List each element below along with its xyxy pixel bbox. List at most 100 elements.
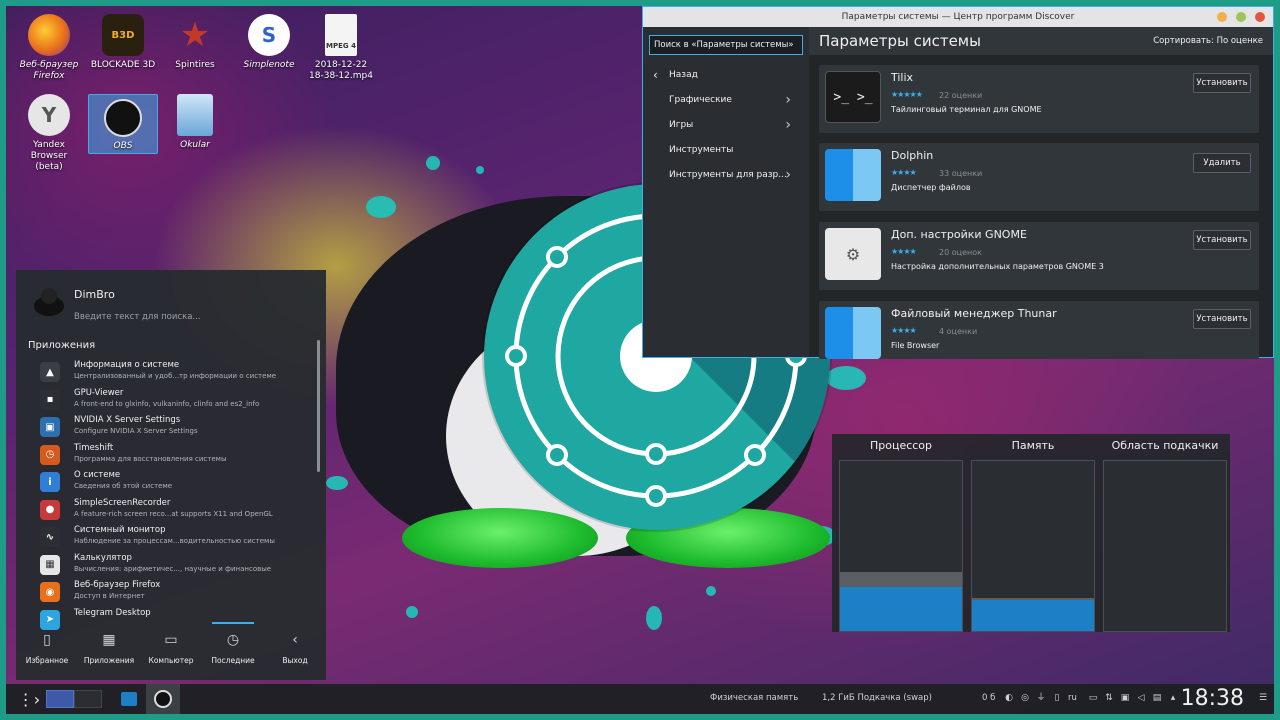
memory-usage-bar xyxy=(972,600,1094,631)
close-icon[interactable] xyxy=(1255,12,1265,22)
maximize-icon[interactable] xyxy=(1236,12,1246,22)
blockade-desktop-icon[interactable]: B3D BLOCKADE 3D xyxy=(88,14,158,71)
discover-window: Параметры системы — Центр программ Disco… xyxy=(642,6,1274,359)
tab-exit[interactable]: ‹ Выход xyxy=(264,622,326,680)
mouse-icon[interactable]: ▯ xyxy=(1052,693,1062,703)
memory-indicator: Физическая память xyxy=(710,693,799,703)
icon-label: Simplenote xyxy=(243,60,295,70)
list-item[interactable]: ◉ Веб-браузер Firefox Доступ в Интернет xyxy=(16,578,318,606)
list-item[interactable]: ∿ Системный монитор Наблюдение за процесса… xyxy=(16,523,318,551)
app-card-thunar[interactable]: Файловый менеджер Thunar ★★★★ 4 оценки F… xyxy=(819,301,1259,359)
terminal-icon: >_ >_ xyxy=(825,71,881,123)
list-item[interactable]: ▣ NVIDIA X Server Settings Configure NVIDI… xyxy=(16,413,318,441)
list-item[interactable]: i О системе Сведения об этой системе xyxy=(16,468,318,496)
sidebar-item-tools[interactable]: Инструменты xyxy=(643,138,809,163)
steam-icon[interactable]: ◐ xyxy=(1004,693,1014,703)
list-item[interactable]: ● SimpleScreenRecorder A feature-rich scre… xyxy=(16,496,318,524)
swap-graph xyxy=(1103,460,1227,632)
install-button[interactable]: Установить xyxy=(1193,230,1251,250)
okular-desktop-icon[interactable]: Okular xyxy=(160,94,230,151)
chevron-left-icon: ‹ xyxy=(653,68,658,82)
app-entry-name: О системе xyxy=(74,470,121,480)
pager[interactable] xyxy=(46,684,102,714)
simplenote-icon: S xyxy=(248,14,290,56)
sort-dropdown[interactable]: Сортировать: По оценке xyxy=(1153,36,1263,46)
network-indicator: 0 б xyxy=(982,693,996,703)
volume-icon[interactable]: ◁ xyxy=(1136,693,1146,703)
icon-label: 18-38-12.mp4 xyxy=(309,71,373,81)
cpu-usage-bar xyxy=(840,586,962,631)
app-entry-name: Веб-браузер Firefox xyxy=(74,580,161,590)
desktop-1[interactable] xyxy=(46,690,74,708)
tab-label: Последние xyxy=(211,656,255,665)
back-button[interactable]: ‹ Назад xyxy=(643,63,809,88)
list-item[interactable]: ▲ Информация о системе Централизованный и … xyxy=(16,358,318,386)
install-button[interactable]: Установить xyxy=(1193,309,1251,329)
usb-icon[interactable]: ⏚ xyxy=(1036,693,1046,703)
task-obs[interactable] xyxy=(146,684,180,714)
icon-label: BLOCKADE 3D xyxy=(90,60,156,70)
app-entry-name: Timeshift xyxy=(74,442,114,453)
simplenote-desktop-icon[interactable]: S Simplenote xyxy=(234,14,304,71)
username: DimBro xyxy=(74,288,115,301)
finder-face-icon xyxy=(825,149,881,201)
launcher-search-input[interactable]: Введите текст для поиска... xyxy=(74,312,201,322)
nav-label: Графические xyxy=(669,95,732,105)
sidebar-item-graphics[interactable]: Графические › xyxy=(643,88,809,113)
obs-tray-icon[interactable]: ◎ xyxy=(1020,693,1030,703)
sidebar-item-games[interactable]: Игры › xyxy=(643,113,809,138)
chevron-up-icon[interactable]: ▴ xyxy=(1168,693,1178,703)
app-icon: ▦ xyxy=(40,554,60,575)
spintires-desktop-icon[interactable]: ★ Spintires xyxy=(160,14,230,71)
firefox-desktop-icon[interactable]: Веб-браузер Firefox xyxy=(14,14,84,82)
network-icon[interactable]: ⇅ xyxy=(1104,693,1114,703)
app-menu-icon[interactable]: ⋮› xyxy=(14,684,44,714)
nav-label: Инструменты xyxy=(669,145,734,155)
icon-label: (beta) xyxy=(35,162,63,172)
window-titlebar[interactable]: Параметры системы — Центр программ Disco… xyxy=(643,7,1273,27)
splatter xyxy=(826,366,866,390)
app-entry-name: NVIDIA X Server Settings xyxy=(74,415,181,425)
remove-button[interactable]: Удалить xyxy=(1193,153,1251,173)
tab-monitor[interactable]: ▭ Компьютер xyxy=(140,622,202,680)
app-card-gnome-tweaks[interactable]: ⚙ Доп. настройки GNOME ★★★★ 20 оценок На… xyxy=(819,222,1259,290)
app-icon: ◉ xyxy=(40,582,60,602)
app-card-dolphin[interactable]: Dolphin ★★★★ 33 оценки Диспетчер файлов … xyxy=(819,143,1259,211)
video-file-desktop-icon[interactable]: MPEG 4 2018-12-22 18-38-12.mp4 xyxy=(306,14,376,82)
window-title: Параметры системы — Центр программ Disco… xyxy=(841,12,1075,22)
swap-label: Область подкачки xyxy=(1111,439,1219,452)
sidebar-item-dev-tools[interactable]: Инструменты для разр... › xyxy=(643,163,809,188)
minimize-icon[interactable] xyxy=(1217,12,1227,22)
desktop-2[interactable] xyxy=(74,690,102,708)
obs-desktop-icon[interactable]: OBS xyxy=(88,94,158,154)
icon-label: Spintires xyxy=(175,60,215,70)
display-icon[interactable]: ▭ xyxy=(1088,693,1098,703)
app-entry-name: Информация о системе xyxy=(74,360,180,370)
list-item[interactable]: ▦ Калькулятор Вычисления: арифметичес..., … xyxy=(16,551,318,579)
discover-sidebar: Поиск в «Параметры системы» ‹ Назад Граф… xyxy=(643,27,809,357)
rating-count: 22 оценки xyxy=(939,91,983,100)
search-input[interactable]: Поиск в «Параметры системы» xyxy=(649,35,803,55)
app-card-tilix[interactable]: >_ >_ Tilix ★★★★★ 22 оценки Тайлинговый … xyxy=(819,65,1259,133)
clock[interactable]: 18:38 xyxy=(1181,686,1244,711)
tab-grid[interactable]: ▦ Приложения xyxy=(78,622,140,680)
icon-label: OBS xyxy=(113,141,133,151)
show-desktop-icon[interactable]: ☰ xyxy=(1258,693,1268,703)
install-button[interactable]: Установить xyxy=(1193,73,1251,93)
keyboard-layout[interactable]: ru xyxy=(1068,693,1077,703)
app-description: File Browser xyxy=(891,341,940,350)
splatter xyxy=(366,196,396,218)
lock-icon[interactable]: ▣ xyxy=(1120,693,1130,703)
app-entry-description: A feature-rich screen reco...at supports… xyxy=(74,509,273,518)
clipboard-icon[interactable]: ▤ xyxy=(1152,693,1162,703)
app-entry-description: Доступ в Интернет xyxy=(74,592,145,600)
yandex-desktop-icon[interactable]: Y Yandex Browser (beta) xyxy=(14,94,84,173)
rating-count: 20 оценок xyxy=(939,248,982,257)
task-discover[interactable] xyxy=(114,684,144,714)
nav-label: Назад xyxy=(669,70,698,80)
tab-clock[interactable]: ◷ Последние xyxy=(202,622,264,680)
tab-bookmark[interactable]: ▯ Избранное xyxy=(16,622,78,680)
app-name: Tilix xyxy=(891,71,914,84)
list-item[interactable]: ▪ GPU-Viewer A front-end to glxinfo, vulka… xyxy=(16,386,318,414)
list-item[interactable]: ◷ Timeshift Программа для восстановления с… xyxy=(16,441,318,469)
